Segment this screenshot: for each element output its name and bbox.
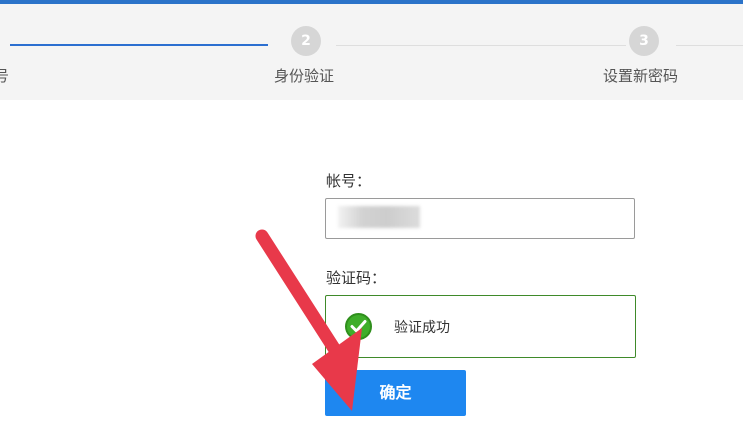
account-label: 帐号：	[326, 172, 372, 190]
account-field[interactable]	[325, 198, 635, 239]
step-circle-2: 2	[291, 26, 321, 56]
progress-track-pending-end	[676, 45, 743, 46]
captcha-success-box[interactable]: 验证成功	[325, 295, 636, 358]
captcha-status-text: 验证成功	[394, 320, 450, 336]
confirm-button[interactable]: 确定	[325, 370, 466, 416]
step-label-3: 设置新密码	[603, 67, 679, 85]
step-label-1: 号	[0, 67, 10, 85]
step-label-2: 身份验证	[274, 67, 335, 85]
account-input[interactable]	[340, 205, 624, 233]
progress-track-pending	[336, 45, 626, 46]
step-progress-bar: 号 2 身份验证 3 设置新密码	[0, 4, 743, 100]
captcha-label: 验证码：	[326, 269, 387, 287]
progress-track-completed	[10, 44, 268, 46]
step-circle-3: 3	[629, 26, 659, 56]
check-circle-icon	[345, 313, 372, 340]
